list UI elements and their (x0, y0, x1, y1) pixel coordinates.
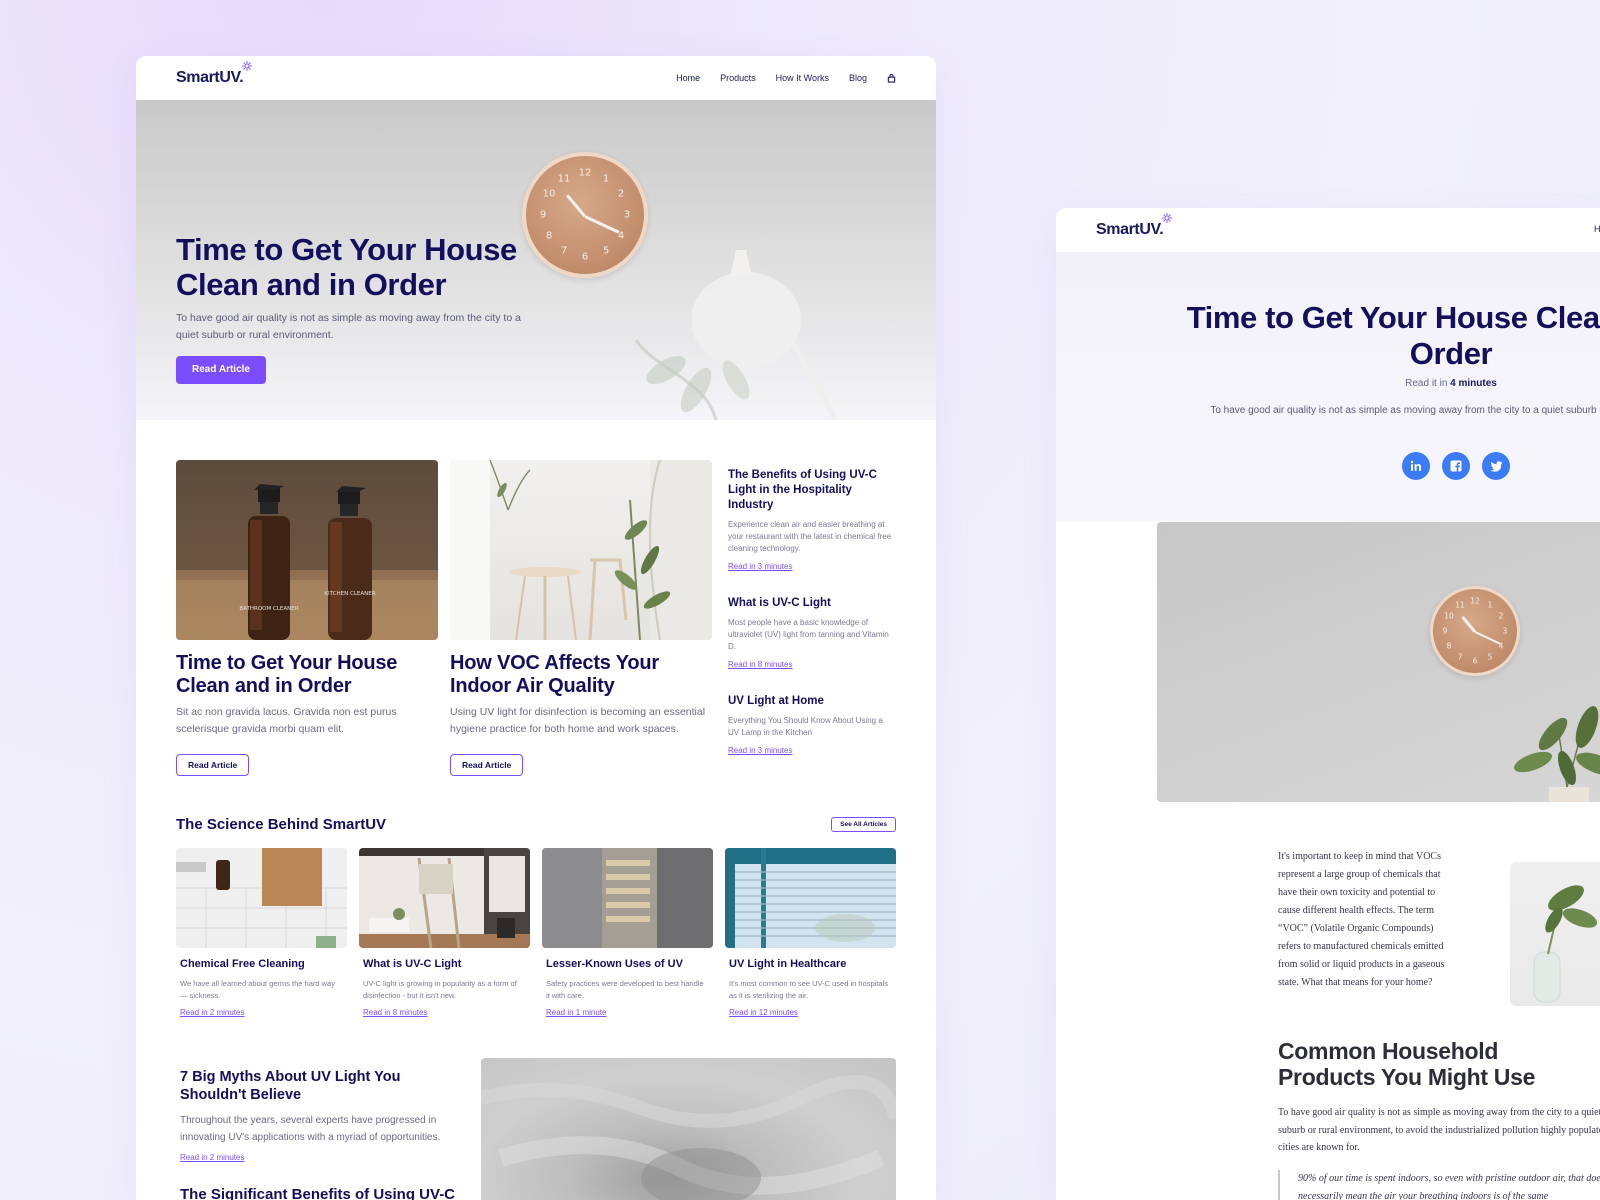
hero-subtitle: To have good air quality is not as simpl… (176, 312, 521, 341)
read-time-link[interactable]: Read in 1 minute (546, 1008, 606, 1017)
lamp-plant-decor (634, 250, 839, 420)
read-time-link[interactable]: Read in 3 minutes (728, 562, 792, 571)
hero-banner: 12 1 2 3 4 5 6 7 8 9 10 11 Time to Get Y (136, 100, 936, 420)
featured-title-2[interactable]: How VOC Affects Your Indoor Air Quality (450, 652, 712, 698)
plant-decor (1514, 706, 1600, 802)
article-subtitle: To have good air quality is not as simpl… (1210, 405, 1600, 416)
blog-landing-page: SmartUV. Home Products How It Works Blog (136, 56, 936, 1200)
nav-home-partial[interactable]: H (1594, 224, 1600, 234)
pull-quote: 90% of our time is spent indoors, so eve… (1278, 1170, 1600, 1200)
myths-title[interactable]: 7 Big Myths About UV Light You Shouldn't… (180, 1068, 470, 1104)
top-nav: SmartUV. H (1056, 208, 1600, 252)
nav-home[interactable]: Home (676, 73, 700, 83)
article-body-intro: It's important to keep in mind that VOCs… (1278, 851, 1445, 988)
science-card-desc: It's most common to see UV-C used in hos… (729, 979, 888, 1000)
article-paragraph: To have good air quality is not as simpl… (1278, 1107, 1600, 1153)
read-time-link[interactable]: Read in 8 minutes (363, 1008, 427, 1017)
myths-article: 7 Big Myths About UV Light You Shouldn't… (180, 1068, 470, 1165)
science-article-grid: Chemical Free Cleaning We have all learn… (176, 848, 896, 1020)
spark-icon (242, 61, 253, 71)
read-time-link[interactable]: Read in 8 minutes (728, 660, 792, 669)
see-all-articles-button[interactable]: See All Articles (831, 817, 896, 832)
logo-text: SmartUV. (1096, 221, 1164, 238)
science-card: UV Light in Healthcare It's most common … (725, 848, 896, 1020)
cleaning-bottles-image[interactable]: BATHROOM CLEANER KITCHEN CLEANER (176, 460, 438, 640)
logo[interactable]: SmartUV. (1096, 213, 1173, 239)
read-time-link[interactable]: Read in 12 minutes (729, 1008, 798, 1017)
nav-blog[interactable]: Blog (849, 73, 867, 83)
bottle-label-2: KITCHEN CLEANER (324, 591, 375, 597)
side-article-title[interactable]: What is UV-C Light (728, 596, 896, 611)
side-article-desc: Most people have a basic knowledge of ul… (728, 618, 889, 651)
article-detail-page: SmartUV. H Time to Get Your House Clean … (1056, 208, 1600, 1200)
science-card-desc: Safety practices were developed to best … (546, 979, 704, 1000)
science-card-desc: We have all learned about germs the hard… (180, 979, 335, 1000)
ladder-room-image[interactable] (359, 848, 530, 948)
spark-icon (1162, 213, 1173, 223)
logo-text: SmartUV. (176, 69, 244, 86)
science-card: Chemical Free Cleaning We have all learn… (176, 848, 347, 1020)
article-hero-image: 12 1 2 3 4 5 6 7 8 9 10 11 (1157, 522, 1600, 802)
featured-desc-1: Sit ac non gravida lacus. Gravida non es… (176, 706, 397, 735)
logo[interactable]: SmartUV. (176, 61, 253, 87)
room-chair-plant-image[interactable] (450, 460, 712, 640)
plant-vase-image (1510, 862, 1600, 1006)
nav-how-it-works[interactable]: How It Works (776, 73, 829, 83)
window-blinds-image[interactable] (725, 848, 896, 948)
side-article: The Benefits of Using UV-C Light in the … (728, 468, 896, 574)
science-card: What is UV-C Light UV-C light is growing… (359, 848, 530, 1020)
myths-desc: Throughout the years, several experts ha… (180, 1115, 441, 1143)
science-card-title[interactable]: Lesser-Known Uses of UV (546, 958, 713, 970)
shopping-bag-icon[interactable] (887, 73, 896, 83)
side-article-title[interactable]: UV Light at Home (728, 694, 896, 709)
read-time-link[interactable]: Read in 2 minutes (180, 1153, 244, 1162)
read-time: Read it in 4 minutes (1405, 378, 1497, 389)
nav-products[interactable]: Products (720, 73, 756, 83)
science-card-title[interactable]: Chemical Free Cleaning (180, 958, 347, 970)
side-article-desc: Experience clean air and easier breathin… (728, 520, 892, 553)
section-heading: Common Household Products You Might Use (1278, 1038, 1536, 1090)
linkedin-icon[interactable] (1402, 452, 1430, 480)
twitter-icon[interactable] (1482, 452, 1510, 480)
read-time-link[interactable]: Read in 2 minutes (180, 1008, 244, 1017)
facebook-icon[interactable] (1442, 452, 1470, 480)
featured-articles: BATHROOM CLEANER KITCHEN CLEANER Time to… (136, 420, 936, 800)
featured-read-article-button-2[interactable]: Read Article (450, 754, 524, 776)
side-article: UV Light at Home Everything You Should K… (728, 694, 896, 758)
next-article-title[interactable]: The Significant Benefits of Using UV-C (180, 1186, 455, 1200)
hero-read-article-button[interactable]: Read Article (176, 356, 266, 384)
featured-desc-2: Using UV light for disinfection is becom… (450, 706, 706, 735)
article-title: Time to Get Your House Clean and in Orde… (1186, 300, 1600, 371)
bed-sheets-image[interactable] (481, 1058, 896, 1200)
hero-text: Time to Get Your House Clean and in Orde… (176, 232, 556, 384)
bottle-label-1: BATHROOM CLEANER (239, 606, 298, 612)
wall-clock-image: 12 1 2 3 4 5 6 7 8 9 10 11 (1430, 586, 1520, 676)
side-article: What is UV-C Light Most people have a ba… (728, 596, 896, 672)
side-article-desc: Everything You Should Know About Using a… (728, 716, 883, 737)
science-section-header: The Science Behind SmartUV See All Artic… (176, 816, 896, 833)
read-time-link[interactable]: Read in 3 minutes (728, 746, 792, 755)
top-nav: SmartUV. Home Products How It Works Blog (136, 56, 936, 100)
science-card-title[interactable]: UV Light in Healthcare (729, 958, 896, 970)
kitchen-tiles-image[interactable] (176, 848, 347, 948)
featured-read-article-button-1[interactable]: Read Article (176, 754, 250, 776)
hero-title: Time to Get Your House Clean and in Orde… (176, 232, 517, 302)
side-article-list: The Benefits of Using UV-C Light in the … (728, 468, 896, 780)
featured-title-1[interactable]: Time to Get Your House Clean and in Orde… (176, 652, 438, 698)
science-card: Lesser-Known Uses of UV Safety practices… (542, 848, 713, 1020)
side-article-title[interactable]: The Benefits of Using UV-C Light in the … (728, 468, 896, 513)
social-share-buttons (1402, 452, 1510, 480)
science-card-desc: UV-C light is growing in popularity as a… (363, 979, 517, 1000)
section-title: The Science Behind SmartUV (176, 816, 387, 833)
nav-links: Home Products How It Works Blog (676, 73, 896, 83)
window-light-image[interactable] (542, 848, 713, 948)
science-card-title[interactable]: What is UV-C Light (363, 958, 530, 970)
article-header: Time to Get Your House Clean and in Orde… (1056, 252, 1600, 522)
